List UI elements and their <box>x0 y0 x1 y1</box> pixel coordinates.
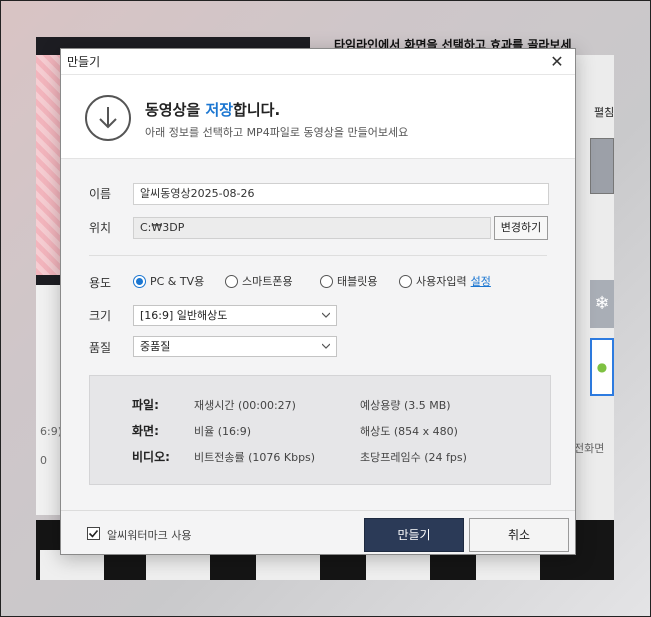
snowflake-effect-icon[interactable]: ❄ <box>590 280 614 328</box>
radio-pc-tv[interactable]: PC & TV용 <box>133 273 204 289</box>
radio-smartphone[interactable]: 스마트폰용 <box>225 273 293 289</box>
info-resolution: 해상도 (854 x 480) <box>360 425 458 438</box>
radio-custom-indicator[interactable] <box>399 274 412 288</box>
info-screen-label: 화면: <box>132 424 159 438</box>
dialog-title: 만들기 <box>67 55 101 69</box>
cancel-button[interactable]: 취소 <box>469 518 569 552</box>
settings-link[interactable]: 설정 <box>471 273 491 289</box>
background-left-pane <box>36 285 60 515</box>
output-info-panel: 파일: 재생시간 (00:00:27) 예상용량 (3.5 MB) 화면: 비율… <box>89 375 551 485</box>
header-subtitle: 아래 정보를 선택하고 MP4파일로 동영상을 만들어보세요 <box>145 126 409 139</box>
close-icon[interactable]: ✕ <box>547 52 567 72</box>
background-tab-label[interactable]: 펼침 <box>594 104 614 120</box>
divider <box>89 255 547 256</box>
info-video-label: 비디오: <box>132 450 170 464</box>
size-select-value: [16:9] 일반해상도 <box>140 309 228 322</box>
dialog-header: 동영상을 저장합니다. 아래 정보를 선택하고 MP4파일로 동영상을 만들어보… <box>61 75 575 159</box>
dialog-body: 이름 알씨동영상2025-08-26 위치 C:₩3DP 변경하기 용도 PC … <box>61 159 575 510</box>
background-ratio-label: 6:9) <box>40 425 62 438</box>
size-label: 크기 <box>89 309 112 323</box>
dialog-footer: 알씨워터마크 사용 만들기 취소 <box>61 510 575 554</box>
radio-tablet-indicator[interactable] <box>320 274 333 288</box>
header-title-accent: 저장 <box>205 101 234 119</box>
name-label: 이름 <box>89 187 112 201</box>
quality-select[interactable]: 중품질 <box>133 336 337 357</box>
watermark-label: 알씨워터마크 사용 <box>107 529 192 542</box>
info-duration: 재생시간 (00:00:27) <box>194 399 296 412</box>
purpose-label: 용도 <box>89 276 112 290</box>
header-title-prefix: 동영상을 <box>145 101 206 119</box>
header-title-suffix: 합니다. <box>233 101 281 119</box>
create-video-dialog: 만들기 ✕ 동영상을 저장합니다. 아래 정보를 선택하고 MP4파일로 동영상… <box>60 48 576 555</box>
info-bitrate: 비트전송률 (1076 Kbps) <box>194 451 316 464</box>
bulb-effect-icon[interactable]: ● <box>590 338 614 396</box>
info-ratio: 비율 (16:9) <box>194 425 252 438</box>
create-button[interactable]: 만들기 <box>364 518 464 552</box>
radio-tablet-label: 태블릿용 <box>337 275 378 288</box>
radio-tablet[interactable]: 태블릿용 <box>320 273 377 289</box>
radio-smartphone-indicator[interactable] <box>225 274 238 288</box>
background-checkbox-label: 0 <box>40 454 47 467</box>
location-label: 위치 <box>89 221 112 235</box>
dialog-titlebar: 만들기 ✕ <box>61 49 575 75</box>
radio-pc-tv-indicator[interactable] <box>133 274 146 288</box>
background-fullscreen-label: 전화면 <box>574 442 605 455</box>
quality-select-value: 중품질 <box>140 340 171 353</box>
radio-custom-label: 사용자입력 <box>416 275 467 288</box>
chevron-down-icon <box>322 343 330 349</box>
watermark-checkbox[interactable] <box>87 527 100 540</box>
header-title: 동영상을 저장합니다. <box>145 99 280 120</box>
change-location-button[interactable]: 변경하기 <box>494 216 548 240</box>
size-select[interactable]: [16:9] 일반해상도 <box>133 305 337 326</box>
info-filesize: 예상용량 (3.5 MB) <box>360 399 451 412</box>
checkmark-icon <box>88 529 99 538</box>
effect-thumbnail[interactable] <box>590 138 614 194</box>
purpose-radio-group: PC & TV용 스마트폰용 태블릿용 사용자입력 설정 <box>133 273 553 289</box>
radio-smartphone-label: 스마트폰용 <box>242 275 293 288</box>
chevron-down-icon <box>322 312 330 318</box>
info-fps: 초당프레임수 (24 fps) <box>360 451 467 464</box>
radio-custom[interactable]: 사용자입력 설정 <box>399 273 491 289</box>
location-field: C:₩3DP <box>133 217 491 239</box>
radio-pc-tv-label: PC & TV용 <box>150 275 205 288</box>
info-file-label: 파일: <box>132 398 159 412</box>
quality-label: 품질 <box>89 341 112 355</box>
download-icon <box>85 95 131 141</box>
name-field[interactable]: 알씨동영상2025-08-26 <box>133 183 549 205</box>
